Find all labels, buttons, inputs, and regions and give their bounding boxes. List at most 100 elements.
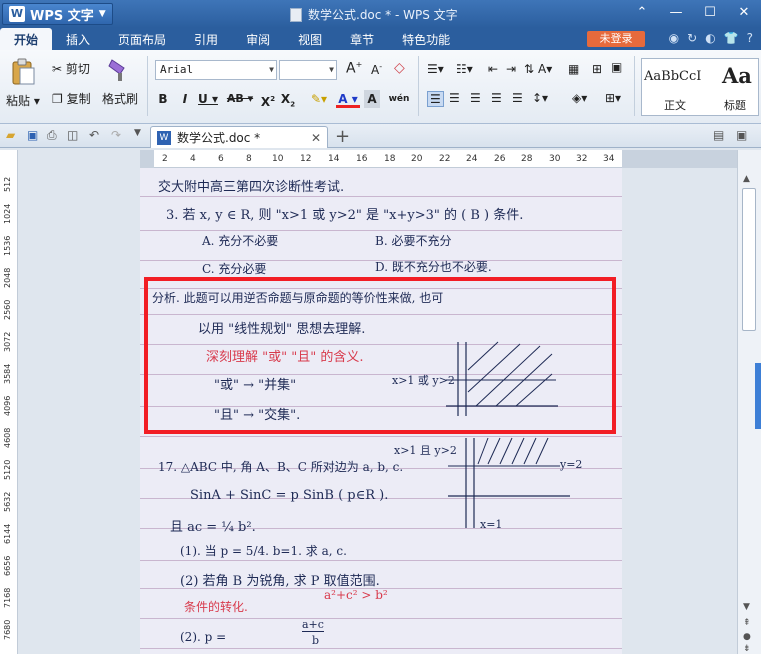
open-folder-icon[interactable]: ▰ [6,128,15,142]
vertical-ruler: 512 1024 1536 2048 2560 3072 3584 4096 4… [0,150,18,654]
print-preview-icon[interactable]: ◫ [67,128,78,142]
style-title-label[interactable]: 标题 [724,97,746,113]
close-tab-icon[interactable]: ✕ [311,131,321,145]
tab-document[interactable]: W 数学公式.doc * ✕ [150,126,328,148]
ruler-tick: 4096 [3,395,12,416]
show-marks-icon[interactable]: ⊞ [592,62,602,76]
distribute-icon[interactable]: ☰ [512,91,523,105]
ruler-tick: 2048 [3,267,12,288]
close-icon[interactable]: ✕ [727,0,761,24]
ruler-tick: 28 [521,154,533,164]
skin-icon[interactable]: ◉ [669,31,679,45]
scroll-up-icon[interactable]: ▲ [743,174,750,184]
ruler-margin [140,150,154,168]
char-shading-icon[interactable]: A [364,90,380,108]
justify-icon[interactable]: ☰ [491,91,502,105]
restore-icon[interactable]: ⌃ [625,0,659,24]
horizontal-ruler: 2 4 6 8 10 12 14 16 18 20 22 24 26 28 30… [140,150,737,168]
maximize-icon[interactable]: ☐ [693,0,727,24]
minimize-icon[interactable]: — [659,0,693,24]
underline-icon[interactable]: U ▾ [196,90,220,108]
shading-icon[interactable]: ◈▾ [572,91,587,105]
scroll-down-icon[interactable]: ▼ [743,602,750,612]
style-title-sample[interactable]: Aa [722,63,752,88]
quick-access-dropdown-icon[interactable]: ▼ [134,128,141,138]
sync-icon[interactable]: ◐ [705,31,715,45]
italic-icon[interactable]: I [178,90,192,108]
copy-icon: ❐ [52,92,63,106]
tab-features[interactable]: 特色功能 [388,28,464,50]
format-painter-icon[interactable] [106,58,130,85]
phonetic-icon[interactable]: wén [386,90,412,108]
tab-list-icon[interactable]: ▤ [713,128,724,142]
save-icon[interactable]: ▣ [27,128,38,142]
superscript-icon[interactable]: X2 [260,90,276,109]
format-painter-button[interactable]: 格式刷 [102,90,138,107]
ruler-tick: 5632 [3,491,12,512]
undo-icon[interactable]: ↶ [89,128,99,142]
highlight-color-icon[interactable]: ✎▾ [306,90,332,108]
ruler-tick: 3584 [3,363,12,384]
login-button[interactable]: 未登录 [587,31,645,47]
font-color-icon[interactable]: A ▾ [336,90,360,108]
side-panel-handle[interactable] [755,363,761,429]
ruled-line [140,560,622,561]
tab-close-all-icon[interactable]: ▣ [736,128,747,142]
print-icon[interactable]: ⎙ [47,128,57,143]
font-name-select[interactable]: Arial ▼ [155,60,277,80]
refresh-icon[interactable]: ↻ [687,31,697,45]
shirt-icon[interactable]: 👕 [724,31,739,45]
clear-format-icon[interactable]: ◇ [394,60,405,76]
app-menu-button[interactable]: W WPS 文字 ▼ [2,3,113,25]
line-spacing-icon[interactable]: ↕▾ [532,91,548,105]
increase-indent-icon[interactable]: ⇥ [506,62,516,76]
handwritten-heading: 交大附中高三第四次诊断性考试. [158,180,345,195]
shrink-font-icon[interactable]: A- [371,62,382,77]
cut-button[interactable]: ✂ 剪切 [52,60,90,77]
sort-icon[interactable]: ⇅ [524,62,534,76]
tab-view[interactable]: 视图 [284,28,336,50]
text-direction-icon[interactable]: A▾ [538,62,552,76]
tab-page-layout[interactable]: 页面布局 [104,28,180,50]
next-page-icon[interactable]: ⇟ [743,644,751,654]
tab-document-title: 数学公式.doc * [177,131,261,145]
ruler-tick: 32 [576,154,588,164]
select-browse-icon[interactable]: ● [743,632,751,642]
ruler-tick: 512 [3,176,12,192]
paste-label[interactable]: 粘贴 ▾ [6,92,40,109]
align-left-icon[interactable]: ☰ [427,91,444,107]
tab-references[interactable]: 引用 [180,28,232,50]
tab-review[interactable]: 审阅 [232,28,284,50]
bold-icon[interactable]: B [156,90,170,108]
table-icon[interactable]: ▦ [568,62,579,76]
ruler-tick: 12 [300,154,312,164]
fraction-numerator: a+c [302,618,324,632]
align-right-icon[interactable]: ☰ [470,91,481,105]
redo-icon[interactable]: ↷ [111,128,121,142]
style-normal-label[interactable]: 正文 [664,97,686,113]
new-tab-icon[interactable]: + [335,126,350,147]
paste-button[interactable] [10,58,36,89]
subscript-icon[interactable]: X2 [280,90,296,108]
borders-icon[interactable]: ⊞▾ [605,91,621,105]
strikethrough-icon[interactable]: AB ▾ [225,90,255,108]
ruler-tick: 6144 [3,523,12,544]
ruler-tick: 30 [549,154,561,164]
tab-section[interactable]: 章节 [336,28,388,50]
grow-font-icon[interactable]: A+ [346,60,362,77]
help-icon[interactable]: ? [747,31,753,45]
font-size-select[interactable]: ▼ [279,60,337,80]
align-center-icon[interactable]: ☰ [449,91,460,105]
ruler-tick: 18 [384,154,396,164]
prev-page-icon[interactable]: ⇞ [743,618,751,628]
copy-button[interactable]: ❐ 复制 [52,90,91,107]
menu-icons: ◉ ↻ ◐ 👕 ? [669,31,753,45]
numbered-list-icon[interactable]: ☷▾ [456,62,473,76]
style-normal-sample[interactable]: AaBbCcI [644,69,701,84]
tab-insert[interactable]: 插入 [52,28,104,50]
bullet-list-icon[interactable]: ☰▾ [427,62,444,76]
tab-home[interactable]: 开始 [0,28,53,50]
decrease-indent-icon[interactable]: ⇤ [488,62,498,76]
text-box-icon[interactable]: ▣ [611,60,622,74]
scroll-thumb[interactable] [742,188,756,331]
